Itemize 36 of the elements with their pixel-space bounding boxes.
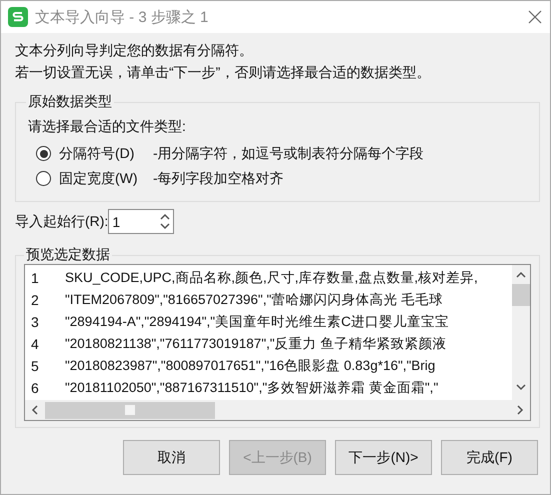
window-title: 文本导入向导 - 3 步骤之 1 (35, 8, 210, 26)
preview-row: "ITEM2067809","816657027396","蕾哈娜闪闪身体高光 毛毛球 (65, 291, 444, 309)
vertical-scrollbar[interactable] (512, 265, 530, 400)
horizontal-scrollbar[interactable] (25, 400, 530, 420)
scrollbar-thumb[interactable] (512, 284, 530, 306)
close-icon[interactable] (528, 10, 542, 24)
line-number: 2 (30, 292, 40, 308)
preview-row: "2894194-A","2894194","美国童年时光维生素C进口婴儿童宝宝 (65, 313, 449, 331)
radio-label[interactable]: 分隔符号(D) (59, 144, 145, 162)
prompt-text: 请选择最合适的文件类型: (28, 117, 187, 136)
intro-text: 若一切设置无误，请单击“下一步”，否则请选择最合适的数据类型。 (15, 63, 432, 82)
line-number: 6 (30, 380, 40, 396)
radio-label[interactable]: 固定宽度(W) (59, 170, 145, 188)
group-title: 预览选定数据 (25, 246, 111, 264)
intro-text: 文本分列向导判定您的数据有分隔符。 (15, 41, 254, 60)
line-number: 5 (30, 358, 40, 374)
option-description: -每列字段加空格对齐 (153, 170, 284, 188)
group-title: 原始数据类型 (27, 93, 113, 111)
line-number: 4 (30, 336, 40, 352)
preview-row: SKU_CODE,UPC,商品名称,颜色,尺寸,库存数量,盘点数量,核对差异, (65, 269, 478, 287)
radio-button[interactable] (36, 171, 51, 186)
start-row-spinner[interactable]: 1 (108, 209, 174, 234)
line-number: 3 (30, 314, 40, 330)
line-number: 1 (30, 270, 40, 286)
radio-button[interactable] (36, 146, 51, 161)
preview-row: "20181102050","887167311510","多效智妍滋养霜 黄金面霜"," (65, 379, 438, 397)
dialog-button[interactable]: 完成(F) (441, 440, 538, 475)
app-icon (8, 7, 28, 27)
preview-row: "20180823987","800897017651","16色眼影盘 0.83g*16","Brig (65, 357, 436, 375)
dialog-button[interactable]: 取消 (123, 440, 220, 475)
grip-icon (125, 405, 135, 415)
scrollbar-thumb[interactable] (45, 402, 215, 418)
dialog-button[interactable]: 下一步(N)> (335, 440, 432, 475)
start-row-label: 导入起始行(R): (15, 212, 108, 230)
preview-row: "20180821138","7611773019187","反重力 鱼子精华紧致紧颜液 (65, 335, 446, 353)
option-description: -用分隔字符，如逗号或制表符分隔每个字段 (153, 144, 424, 162)
